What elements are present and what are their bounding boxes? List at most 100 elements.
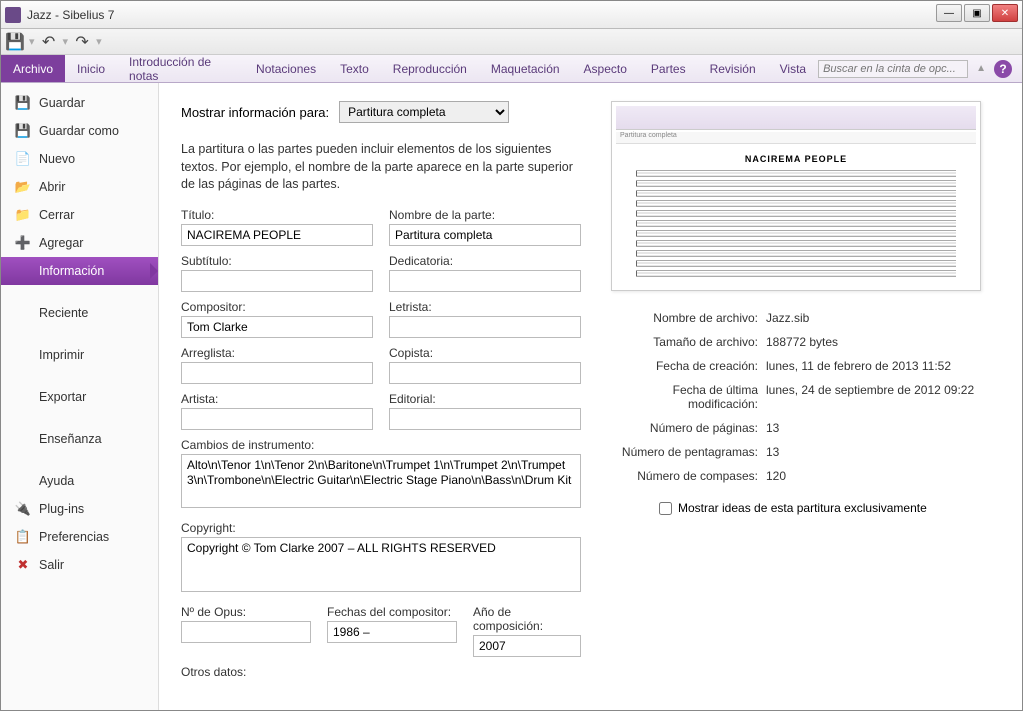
tab-archivo[interactable]: Archivo [1, 55, 65, 82]
copyright-input[interactable] [181, 537, 581, 592]
sidebar-label: Enseñanza [39, 432, 102, 446]
staff-line [636, 250, 956, 257]
meta-label: Fecha de última modificación: [611, 383, 766, 411]
tab-reproduccion[interactable]: Reproducción [381, 55, 479, 82]
titulo-input[interactable] [181, 224, 373, 246]
tab-inicio[interactable]: Inicio [65, 55, 117, 82]
meta-row: Tamaño de archivo:188772 bytes [611, 335, 1000, 349]
copista-input[interactable] [389, 362, 581, 384]
sidebar-label: Nuevo [39, 152, 75, 166]
staff-line [636, 210, 956, 217]
show-for-select[interactable]: Partitura completa [339, 101, 509, 123]
maximize-button[interactable]: ▣ [964, 4, 990, 22]
artista-label: Artista: [181, 392, 373, 406]
compositor-input[interactable] [181, 316, 373, 338]
show-for-row: Mostrar información para: Partitura comp… [181, 101, 581, 123]
meta-label: Tamaño de archivo: [611, 335, 766, 349]
subtitulo-input[interactable] [181, 270, 373, 292]
meta-value: 13 [766, 445, 779, 459]
dedicatoria-label: Dedicatoria: [389, 254, 581, 268]
save-icon[interactable]: 💾 [7, 34, 23, 50]
dedicatoria-input[interactable] [389, 270, 581, 292]
form-description: La partitura o las partes pueden incluir… [181, 141, 581, 194]
tab-revision[interactable]: Revisión [698, 55, 768, 82]
ribbon-search: ▲ ? [818, 55, 1018, 82]
letrista-label: Letrista: [389, 300, 581, 314]
search-input[interactable] [818, 60, 968, 78]
editorial-input[interactable] [389, 408, 581, 430]
score-preview: Partitura completa NACIREMA PEOPLE [611, 101, 981, 291]
exclusive-ideas-row: Mostrar ideas de esta partitura exclusiv… [611, 501, 1000, 515]
tab-maquetacion[interactable]: Maquetación [479, 55, 572, 82]
opus-input[interactable] [181, 621, 311, 643]
tab-aspecto[interactable]: Aspecto [572, 55, 639, 82]
minimize-button[interactable]: — [936, 4, 962, 22]
copyright-label: Copyright: [181, 521, 581, 535]
sidebar-item-imprimir[interactable]: Imprimir [1, 341, 158, 369]
meta-row: Número de pentagramas:13 [611, 445, 1000, 459]
editorial-label: Editorial: [389, 392, 581, 406]
sidebar-label: Información [39, 264, 104, 278]
nombre-parte-input[interactable] [389, 224, 581, 246]
sidebar-item-cerrar[interactable]: 📁Cerrar [1, 201, 158, 229]
quick-access-toolbar: 💾 ▾ ↶ ▾ ↷ ▾ [1, 29, 1022, 55]
sidebar-item-nuevo[interactable]: 📄Nuevo [1, 145, 158, 173]
undo-icon[interactable]: ↶ [41, 34, 57, 50]
copista-label: Copista: [389, 346, 581, 360]
main-panel: Mostrar información para: Partitura comp… [159, 83, 1022, 710]
tab-partes[interactable]: Partes [639, 55, 698, 82]
sidebar-label: Guardar como [39, 124, 119, 138]
anio-input[interactable] [473, 635, 581, 657]
sidebar-item-abrir[interactable]: 📂Abrir [1, 173, 158, 201]
sidebar-label: Imprimir [39, 348, 84, 362]
staff-line [636, 240, 956, 247]
sidebar-item-ensenanza[interactable]: Enseñanza [1, 425, 158, 453]
tab-introduccion[interactable]: Introducción de notas [117, 55, 244, 82]
sidebar-item-guardar-como[interactable]: 💾Guardar como [1, 117, 158, 145]
collapse-ribbon-icon[interactable]: ▲ [972, 63, 990, 74]
sidebar-item-agregar[interactable]: ➕Agregar [1, 229, 158, 257]
sidebar-label: Ayuda [39, 474, 74, 488]
staff-line [636, 200, 956, 207]
window-controls: — ▣ ✕ [936, 4, 1018, 22]
cambios-label: Cambios de instrumento: [181, 438, 581, 452]
window-title: Jazz - Sibelius 7 [27, 8, 114, 22]
help-icon[interactable]: ? [994, 60, 1012, 78]
ribbon-tabs: Archivo Inicio Introducción de notas Not… [1, 55, 1022, 83]
exclusive-ideas-checkbox[interactable] [659, 502, 672, 515]
artista-input[interactable] [181, 408, 373, 430]
sidebar-item-informacion[interactable]: Información [1, 257, 158, 285]
sidebar-item-ayuda[interactable]: Ayuda [1, 467, 158, 495]
nombre-parte-label: Nombre de la parte: [389, 208, 581, 222]
sidebar-item-reciente[interactable]: Reciente [1, 299, 158, 327]
arreglista-label: Arreglista: [181, 346, 373, 360]
open-icon: 📂 [15, 179, 31, 195]
add-icon: ➕ [15, 235, 31, 251]
preferences-icon: 📋 [15, 529, 31, 545]
form-column: Mostrar información para: Partitura comp… [181, 101, 581, 692]
sidebar-item-plugins[interactable]: 🔌Plug-ins [1, 495, 158, 523]
close-button[interactable]: ✕ [992, 4, 1018, 22]
preview-score: NACIREMA PEOPLE [616, 150, 976, 284]
redo-icon[interactable]: ↷ [74, 34, 90, 50]
sidebar-item-preferencias[interactable]: 📋Preferencias [1, 523, 158, 551]
letrista-input[interactable] [389, 316, 581, 338]
titlebar: Jazz - Sibelius 7 — ▣ ✕ [1, 1, 1022, 29]
meta-value: 13 [766, 421, 779, 435]
preview-toolbar [616, 106, 976, 130]
sidebar-item-guardar[interactable]: 💾Guardar [1, 89, 158, 117]
cambios-input[interactable] [181, 454, 581, 509]
arreglista-input[interactable] [181, 362, 373, 384]
sidebar-item-salir[interactable]: ✖ Salir [1, 551, 158, 579]
sidebar-label: Salir [39, 558, 64, 572]
tab-notaciones[interactable]: Notaciones [244, 55, 328, 82]
plugin-icon: 🔌 [15, 501, 31, 517]
exit-icon: ✖ [15, 557, 31, 573]
tab-texto[interactable]: Texto [328, 55, 381, 82]
fechas-comp-input[interactable] [327, 621, 457, 643]
tab-vista[interactable]: Vista [768, 55, 818, 82]
file-sidebar: 💾Guardar 💾Guardar como 📄Nuevo 📂Abrir 📁Ce… [1, 83, 159, 710]
preview-score-title: NACIREMA PEOPLE [636, 154, 956, 164]
sidebar-item-exportar[interactable]: Exportar [1, 383, 158, 411]
staff-line [636, 170, 956, 177]
